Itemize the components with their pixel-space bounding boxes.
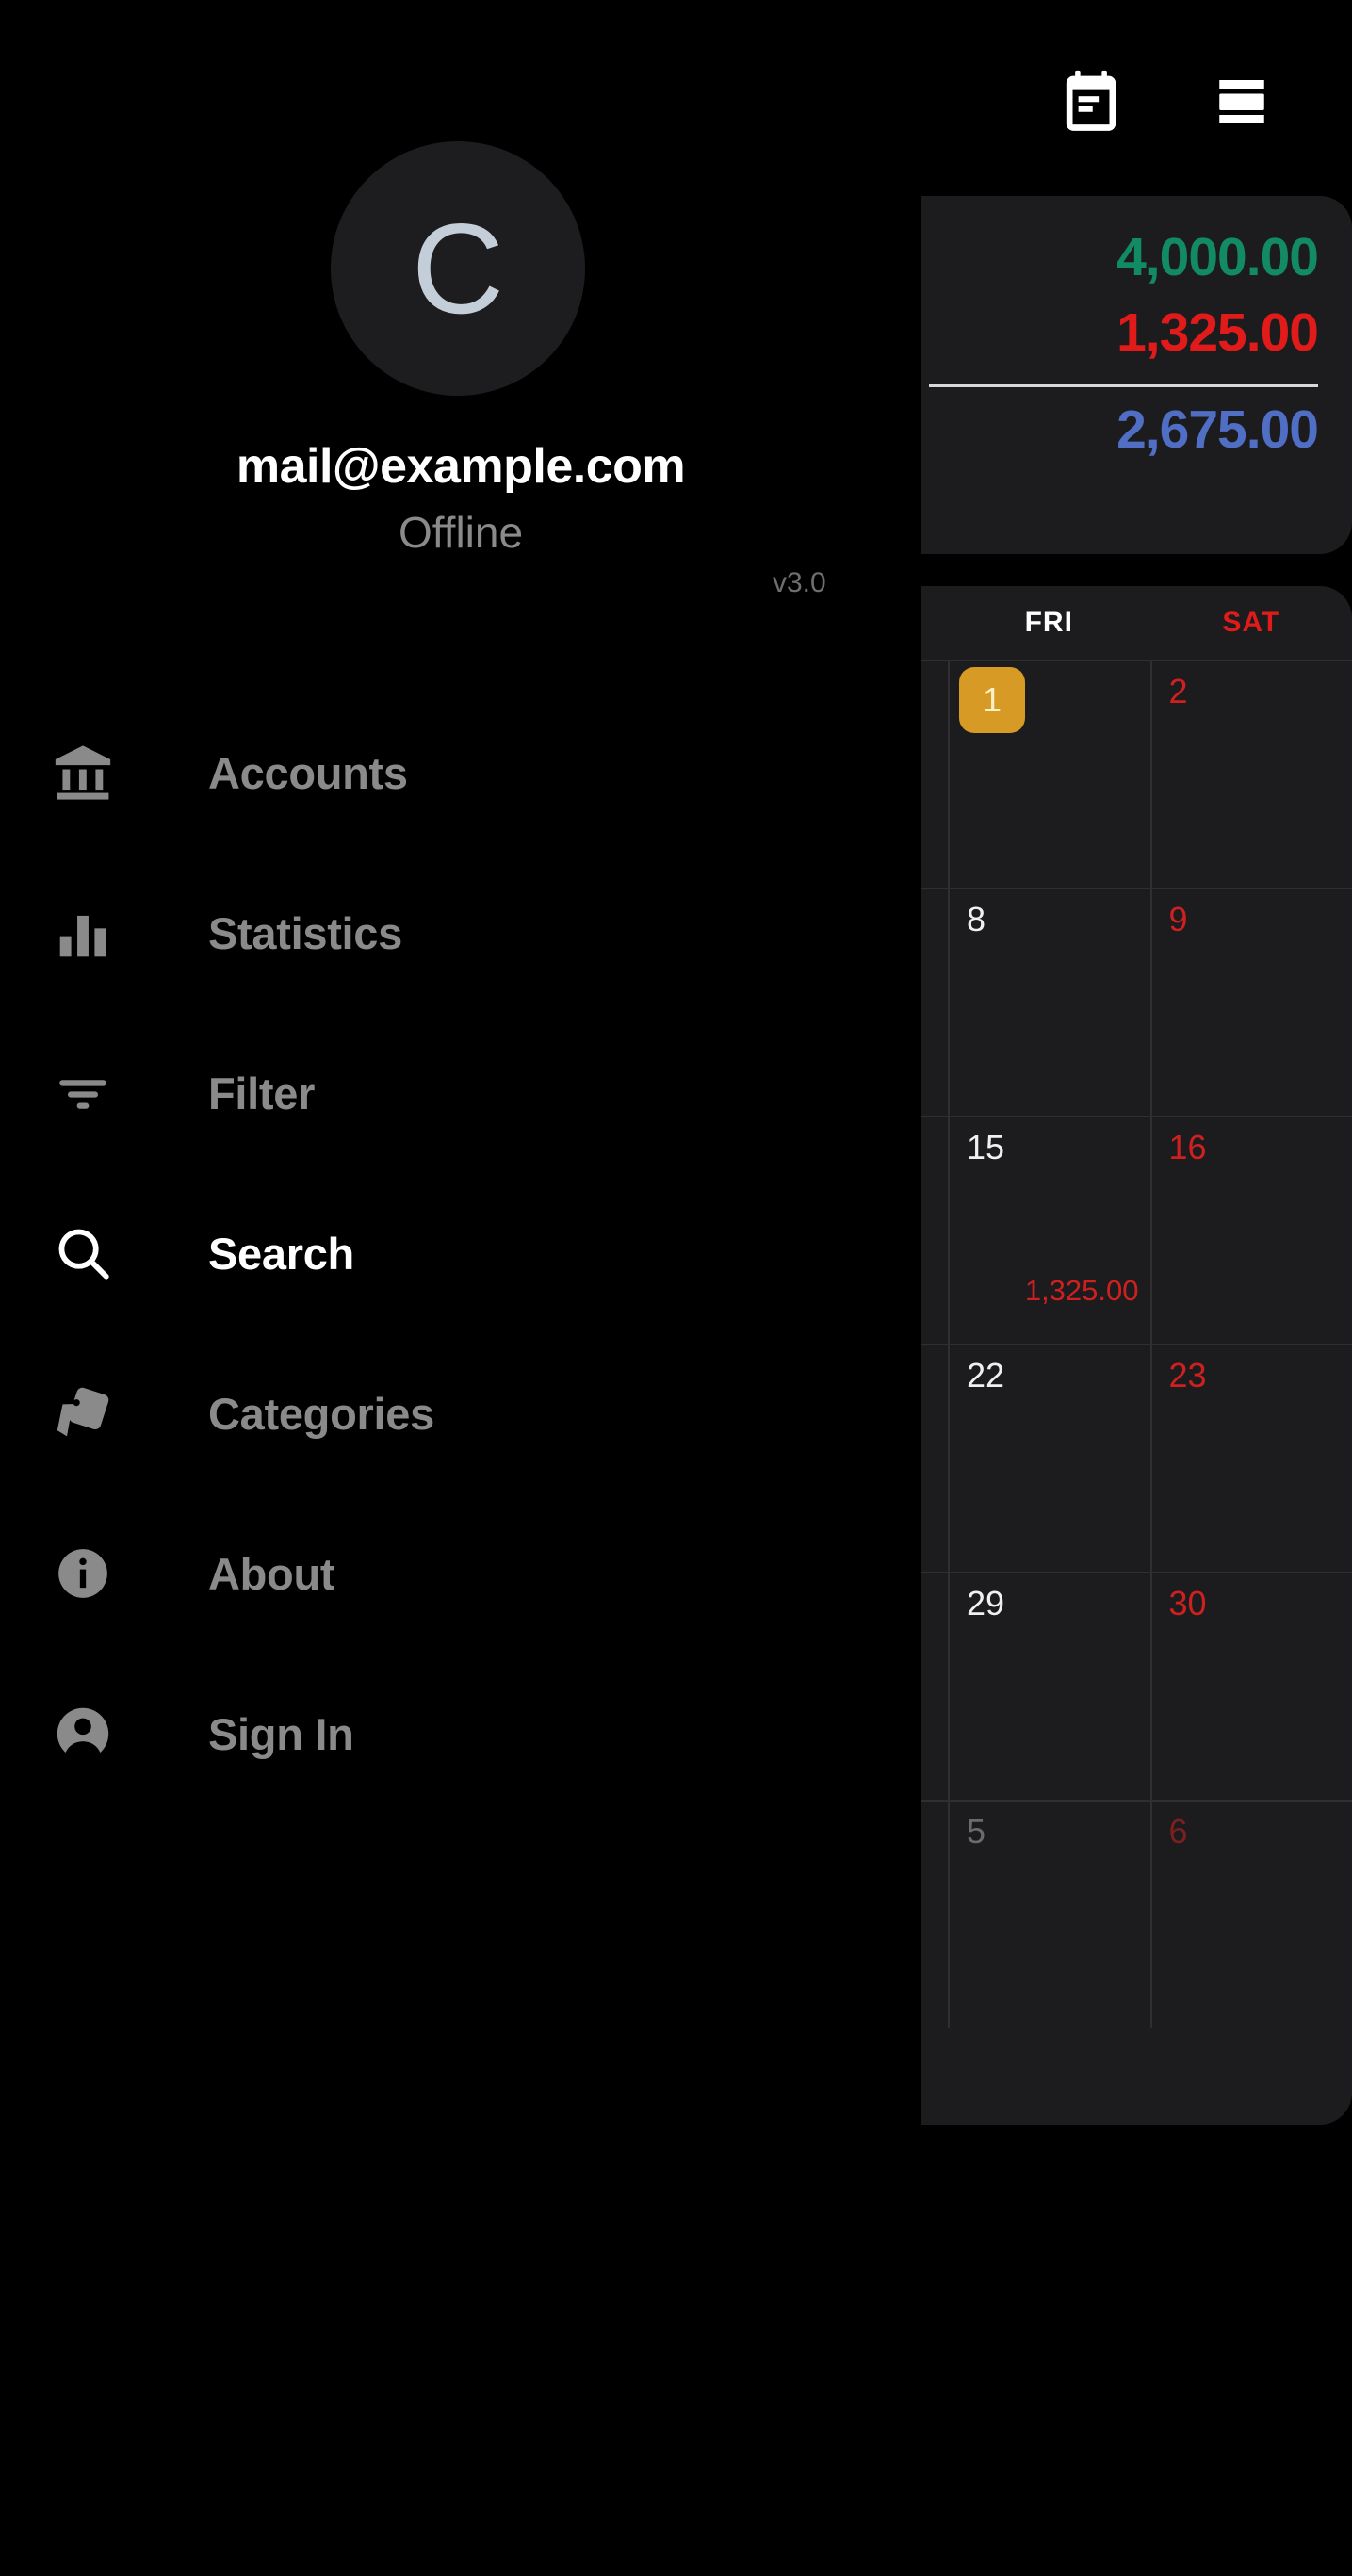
calendar-week-row: 15 1,325.00 16 bbox=[921, 1116, 1352, 1344]
calendar-day-number: 9 bbox=[1168, 900, 1188, 938]
avatar-circle: C bbox=[331, 141, 585, 396]
calendar-gutter-cell bbox=[921, 889, 948, 1116]
bank-icon bbox=[47, 737, 119, 808]
sidebar-item-label: Categories bbox=[208, 1388, 434, 1439]
app-version: v3.0 bbox=[773, 567, 826, 598]
sidebar-item-label: Sign In bbox=[208, 1708, 354, 1759]
calendar-day-number: 1 bbox=[959, 667, 1025, 733]
calendar-gutter-cell bbox=[921, 1345, 948, 1572]
bar-chart-icon bbox=[47, 897, 119, 969]
calendar-weekday-header: FRI SAT bbox=[921, 586, 1352, 660]
total-amount: 2,675.00 bbox=[1116, 399, 1319, 460]
calendar-day-number: 16 bbox=[1168, 1128, 1207, 1166]
sidebar-item-label: Filter bbox=[208, 1068, 316, 1118]
profile-status: Offline bbox=[398, 508, 524, 557]
calendar-day-cell[interactable]: 8 bbox=[948, 889, 1150, 1116]
calendar-day-number: 22 bbox=[967, 1356, 1005, 1394]
sidebar-item-sign-in[interactable]: Sign In bbox=[0, 1654, 921, 1814]
calendar-gutter-cell bbox=[921, 1573, 948, 1800]
sidebar-item-filter[interactable]: Filter bbox=[0, 1013, 921, 1173]
calendar-day-number: 2 bbox=[1168, 672, 1188, 710]
calendar-weeks: 1 2 8 9 15 1,325.00 16 22 23 29 30 5 6 bbox=[921, 660, 1352, 2028]
account-icon bbox=[47, 1698, 119, 1769]
filter-icon bbox=[47, 1057, 119, 1129]
balance-divider bbox=[929, 383, 1318, 387]
calendar-day-cell[interactable]: 30 bbox=[1149, 1573, 1352, 1800]
calendar-day-cell[interactable]: 2 bbox=[1149, 661, 1352, 888]
calendar-week-row: 12 bbox=[921, 660, 1352, 888]
calendar-header-sat: SAT bbox=[1222, 607, 1280, 638]
sidebar-item-label: Accounts bbox=[208, 747, 408, 798]
sidebar-item-about[interactable]: About bbox=[0, 1493, 921, 1654]
calendar-week-row: 89 bbox=[921, 888, 1352, 1116]
calendar-day-number: 5 bbox=[967, 1812, 986, 1850]
sidebar-nav: Accounts Statistics Filter Search Catego… bbox=[0, 693, 921, 1814]
calendar-day-number: 15 bbox=[967, 1128, 1005, 1166]
calendar-day-cell[interactable]: 23 bbox=[1149, 1345, 1352, 1572]
calendar-day-cell[interactable]: 29 bbox=[948, 1573, 1150, 1800]
calendar-day-cell[interactable]: 5 bbox=[948, 1802, 1150, 2028]
avatar[interactable]: C bbox=[331, 141, 585, 396]
calendar-day-number: 8 bbox=[967, 900, 986, 938]
income-amount: 4,000.00 bbox=[1116, 227, 1319, 287]
expense-amount: 1,325.00 bbox=[1116, 302, 1319, 363]
tags-icon bbox=[47, 1378, 119, 1449]
calendar-grid[interactable]: FRI SAT 1 2 8 9 15 1,325.00 16 22 23 29 30 5 6 bbox=[921, 586, 1352, 2125]
app-root: C mail@example.com Offline v3.0 Accounts bbox=[0, 0, 1352, 2576]
sidebar-item-label: Search bbox=[208, 1228, 354, 1279]
sidebar-item-label: About bbox=[208, 1548, 335, 1599]
search-icon bbox=[47, 1217, 119, 1289]
profile-email: mail@example.com bbox=[236, 439, 686, 494]
calendar-header-fri: FRI bbox=[1024, 607, 1073, 638]
right-panel: 4,000.00 1,325.00 2,675.00 FRI SAT 12891… bbox=[921, 0, 1352, 2576]
avatar-letter: C bbox=[411, 197, 505, 340]
calendar-week-row: 56 bbox=[921, 1800, 1352, 2028]
calendar-day-cell[interactable]: 9 bbox=[1149, 889, 1352, 1116]
calendar-gutter-cell bbox=[921, 1802, 948, 2028]
calendar-gutter-cell bbox=[921, 661, 948, 888]
navigation-drawer: C mail@example.com Offline v3.0 Accounts bbox=[0, 0, 921, 2576]
sidebar-item-accounts[interactable]: Accounts bbox=[0, 693, 921, 853]
calendar-day-number: 30 bbox=[1168, 1584, 1207, 1622]
calendar-day-amount: 1,325.00 bbox=[1024, 1274, 1139, 1307]
calendar-day-number: 23 bbox=[1168, 1356, 1207, 1394]
info-circle-icon bbox=[47, 1538, 119, 1609]
sidebar-item-label: Statistics bbox=[208, 907, 402, 958]
calendar-week-row: 22 23 bbox=[921, 1344, 1352, 1572]
calendar-week-row: 29 30 bbox=[921, 1572, 1352, 1800]
calendar-day-cell[interactable]: 6 bbox=[1149, 1802, 1352, 2028]
calendar-day-number: 29 bbox=[967, 1584, 1005, 1622]
balance-summary-card[interactable]: 4,000.00 1,325.00 2,675.00 bbox=[921, 196, 1352, 554]
sidebar-item-categories[interactable]: Categories bbox=[0, 1333, 921, 1493]
calendar-day-cell[interactable]: 1 bbox=[948, 661, 1150, 888]
calendar-gutter-cell bbox=[921, 1117, 948, 1344]
sidebar-item-statistics[interactable]: Statistics bbox=[0, 853, 921, 1013]
sidebar-item-search[interactable]: Search bbox=[0, 1173, 921, 1333]
calendar-day-cell[interactable]: 16 bbox=[1149, 1117, 1352, 1344]
calendar-day-cell[interactable]: 22 bbox=[948, 1345, 1150, 1572]
calendar-day-number: 6 bbox=[1168, 1812, 1188, 1850]
calendar-day-cell[interactable]: 15 1,325.00 bbox=[948, 1117, 1150, 1344]
calendar-footer bbox=[921, 2028, 1352, 2125]
